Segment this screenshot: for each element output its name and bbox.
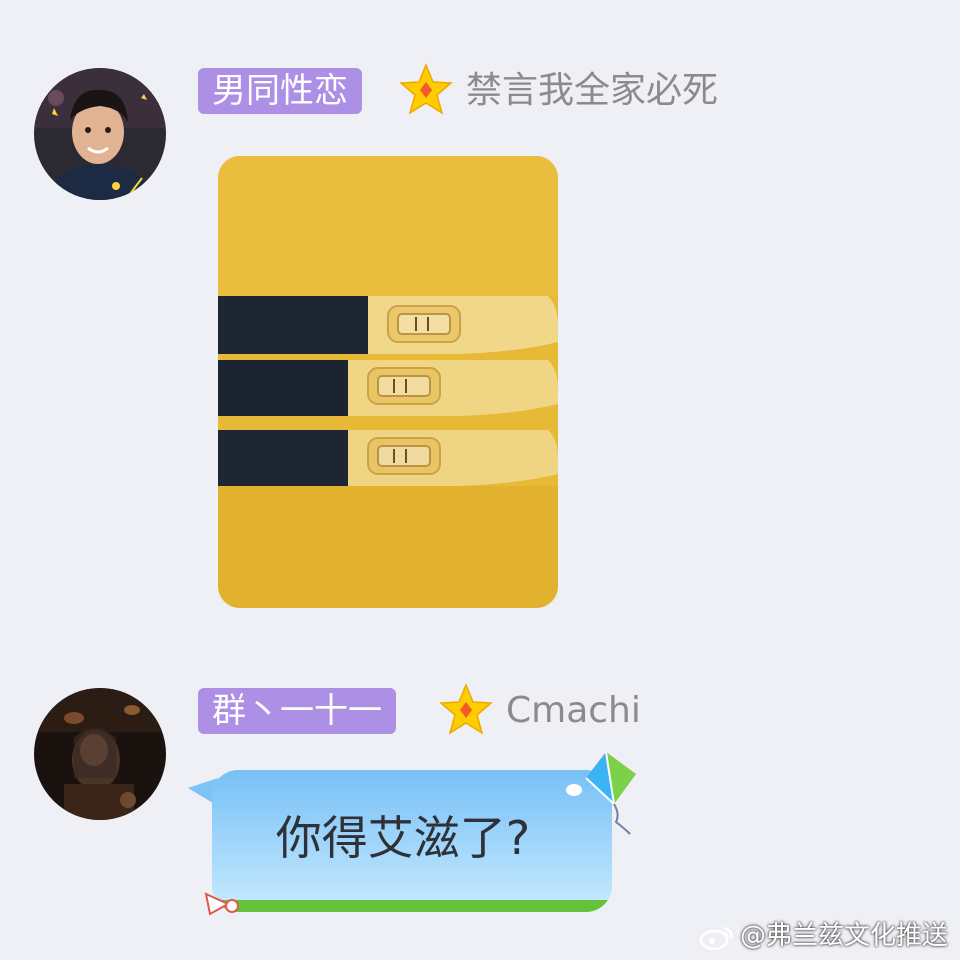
title-badge: 群丶一十一 [198,688,396,734]
avatar[interactable] [34,688,166,820]
kite-icon [566,751,636,835]
sender-nickname: Cmachi [506,690,641,731]
watermark-text: @弗兰兹文化推送 [739,921,948,951]
message-bubble[interactable]: 你得艾滋了? [212,770,612,912]
star-icon [439,683,493,735]
bubble-grass-decoration [212,900,612,912]
weibo-icon [699,926,734,950]
star-icon [399,63,453,115]
sender-nickname: 禁言我全家必死 [466,70,719,111]
avatar[interactable] [34,68,166,200]
pregnancy-tests-photo[interactable] [218,156,558,608]
title-badge: 男同性恋 [198,68,362,114]
message-text: 你得艾滋了? [275,811,531,865]
megaphone-icon [204,892,239,916]
weibo-watermark: @弗兰兹文化推送 [698,915,948,952]
